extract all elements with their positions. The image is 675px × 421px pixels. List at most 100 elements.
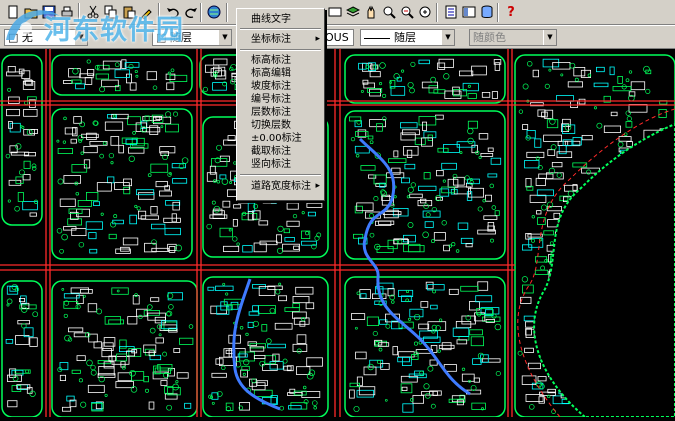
block-outline [344, 54, 506, 104]
building-outline [520, 296, 532, 304]
building-outline [222, 200, 231, 208]
tree-symbol [292, 213, 298, 219]
building-outline [301, 391, 321, 398]
menu-item-elevation-edit[interactable]: 标高编辑 [239, 67, 323, 80]
building-outline [421, 81, 438, 89]
tree-symbol [121, 365, 126, 370]
tree-symbol [491, 313, 497, 319]
building-outline [88, 232, 97, 240]
tree-symbol [593, 106, 598, 110]
building-outline [481, 92, 491, 98]
building-outline [494, 210, 500, 216]
building-outline [68, 327, 84, 333]
menu-item-vertical-label[interactable]: 竖向标注 [239, 158, 323, 171]
building-outline [363, 366, 377, 376]
building-outline [305, 302, 315, 310]
building-outline [257, 305, 276, 314]
linetype-combo[interactable]: OUS [320, 29, 354, 46]
building-outline [307, 211, 316, 217]
menu-item-coordinate-label[interactable]: 坐标标注 [239, 33, 323, 46]
zoom-all-icon[interactable] [416, 3, 434, 21]
plot-style-combo[interactable]: 随颜色 ▼ [469, 29, 557, 46]
building-outline [129, 82, 137, 91]
tree-symbol [398, 239, 403, 244]
building-outline [452, 327, 470, 337]
pan-icon[interactable] [362, 3, 380, 21]
tree-symbol [206, 223, 212, 230]
building-outline [625, 121, 633, 128]
building-outline [567, 81, 584, 88]
tree-symbol [540, 265, 546, 271]
tree-symbol [14, 206, 20, 212]
menu-item-number-label[interactable]: 编号标注 [239, 93, 323, 106]
tree-symbol [166, 404, 172, 411]
menu-item-slope-label[interactable]: 坡度标注 [239, 80, 323, 93]
building-outline [96, 182, 112, 192]
design-center-icon[interactable] [460, 3, 478, 21]
tree-symbol [382, 93, 387, 98]
tree-symbol [29, 390, 36, 397]
tree-symbol [31, 166, 37, 171]
building-outline [72, 127, 78, 137]
layer-icon[interactable] [344, 3, 362, 21]
building-outline [150, 163, 169, 173]
tree-symbol [132, 131, 136, 135]
building-outline [377, 342, 390, 347]
menu-item-road-width-label[interactable]: 道路宽度标注 [239, 180, 323, 193]
building-outline [355, 351, 367, 360]
building-outline [118, 144, 124, 154]
database-icon[interactable] [478, 3, 496, 21]
zoom-previous-icon[interactable] [398, 3, 416, 21]
building-outline [349, 389, 355, 399]
building-outline [70, 138, 77, 144]
building-outline [222, 245, 240, 252]
building-outline [97, 373, 116, 378]
tree-symbol [628, 70, 633, 74]
tree-symbol [467, 127, 474, 135]
tree-symbol [275, 289, 281, 295]
drawing-canvas[interactable] [0, 49, 675, 418]
tree-symbol [90, 369, 97, 376]
building-outline [158, 190, 172, 197]
building-outline [143, 375, 149, 383]
tree-symbol [245, 332, 249, 337]
lineweight-combo[interactable]: 随层 ▼ [360, 29, 455, 46]
tree-symbol [360, 89, 364, 93]
properties-icon[interactable] [442, 3, 460, 21]
chevron-down-icon: ▼ [543, 30, 556, 45]
building-outline [219, 174, 227, 180]
tree-symbol [156, 324, 162, 330]
menu-item-elevation-label[interactable]: 标高标注 [239, 54, 323, 67]
globe-icon[interactable] [205, 3, 223, 21]
help-icon[interactable]: ? [502, 3, 520, 21]
menu-item-floor-count-label[interactable]: 层数标注 [239, 106, 323, 119]
chevron-down-icon: ▼ [441, 30, 454, 45]
menu-item-curve-text[interactable]: 曲线文字 [239, 13, 323, 26]
lake-shore [533, 122, 675, 418]
tree-symbol [80, 151, 84, 155]
menu-item-zero-elevation[interactable]: ±0.00标注 [239, 132, 323, 145]
block-outline [344, 110, 506, 260]
redo-icon[interactable] [182, 3, 200, 21]
building-outline [291, 311, 307, 319]
building-outline [284, 237, 295, 242]
menu-item-switch-floors[interactable]: 切换层数 [239, 119, 323, 132]
tree-symbol [90, 364, 96, 371]
menu-item-intercept-label[interactable]: 截取标注 [239, 145, 323, 158]
building-outline [397, 356, 410, 363]
tree-symbol [384, 398, 388, 402]
tree-symbol [221, 365, 226, 371]
zoom-window-icon[interactable] [380, 3, 398, 21]
building-outline [176, 372, 189, 379]
building-outline [528, 238, 544, 248]
named-views-icon[interactable] [326, 3, 344, 21]
tree-symbol [78, 378, 83, 383]
tree-symbol [373, 196, 379, 202]
building-outline [412, 395, 424, 404]
tree-symbol [522, 83, 529, 90]
tree-symbol [63, 116, 67, 121]
building-outline [179, 337, 194, 345]
tree-symbol [369, 232, 375, 238]
building-outline [159, 146, 176, 154]
building-outline [529, 194, 547, 203]
